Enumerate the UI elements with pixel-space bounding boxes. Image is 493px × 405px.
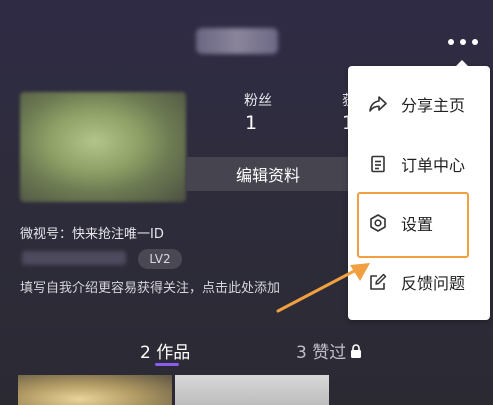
dot: [460, 39, 466, 45]
settings-highlight-box: [357, 192, 469, 258]
fans-count[interactable]: 1: [245, 112, 257, 134]
menu-item-label: 反馈问题: [401, 274, 466, 293]
weishi-id[interactable]: 微视号：快来抢注唯一ID: [20, 223, 164, 242]
edit-profile-button[interactable]: 编辑资料: [186, 157, 350, 191]
menu-item-label: 订单中心: [401, 156, 466, 175]
lock-icon: [351, 343, 362, 358]
share-icon: [369, 96, 387, 112]
level-badge: LV2: [138, 249, 182, 269]
tab-likes-label: 3 赞过: [296, 343, 347, 363]
more-dots-icon[interactable]: [448, 34, 478, 50]
order-icon: [371, 155, 385, 173]
bio-text[interactable]: 填写自我介绍更容易获得关注，点击此处添加: [20, 277, 280, 296]
avatar[interactable]: [20, 92, 186, 202]
menu-item-order-center[interactable]: 订单中心: [348, 136, 490, 192]
work-thumbnail[interactable]: [175, 375, 329, 405]
tab-works[interactable]: 2 作品: [140, 338, 190, 363]
work-thumbnail[interactable]: [18, 375, 172, 405]
pointer-arrow-icon: [276, 263, 370, 313]
profile-name-blurred: [196, 28, 278, 54]
menu-item-label: 分享主页: [401, 96, 466, 115]
tab-active-indicator: [155, 363, 179, 366]
menu-item-share-homepage[interactable]: 分享主页: [348, 76, 490, 132]
tab-likes[interactable]: 3 赞过: [296, 338, 362, 363]
blurred-info: [22, 251, 126, 265]
dot: [472, 39, 478, 45]
dot: [448, 39, 454, 45]
fans-label[interactable]: 粉丝: [244, 90, 272, 110]
